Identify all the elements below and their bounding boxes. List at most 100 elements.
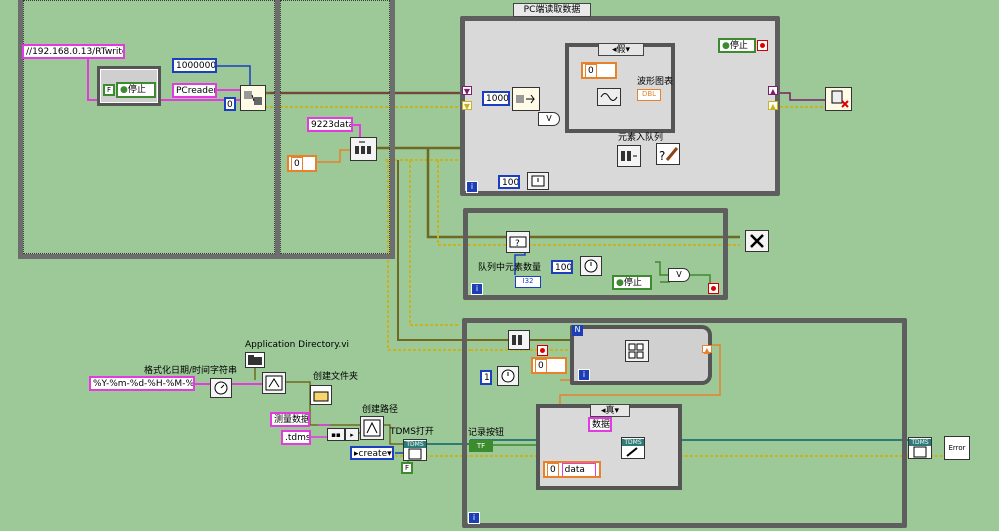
bottom-zero-cluster[interactable]: 0 (531, 357, 567, 374)
green-arrow-icon: ● (120, 85, 128, 95)
pcreader-constant[interactable]: PCreader (172, 83, 217, 98)
help-pencil-icon: ? (659, 147, 679, 163)
bottom-loop-iteration-terminal: i (468, 512, 480, 524)
measure-data-constant[interactable]: 测量数据 (270, 412, 310, 427)
stop-constant-left[interactable]: ●停止 (116, 82, 156, 98)
case-zero-cluster[interactable]: 0 (581, 62, 617, 79)
queue-status-icon: ? (509, 236, 527, 249)
pc-loop-stop-terminal[interactable] (757, 40, 768, 51)
shift-register-left-bottom: ▼ (462, 101, 472, 111)
f-constant-left[interactable]: F (103, 84, 115, 96)
stop-label: 停止 (623, 278, 642, 288)
bottom-error-terminal (537, 345, 548, 356)
wait-node-mid[interactable] (580, 256, 602, 276)
case-dropdown-icon: ▾ (625, 45, 631, 55)
new-folder-icon (313, 391, 329, 402)
format-datetime-node[interactable] (210, 378, 232, 398)
f-constant-tdms[interactable]: F (401, 462, 413, 474)
shift-register-right-top: ▲ (768, 86, 778, 96)
clock-icon (214, 381, 228, 395)
tdms-open-node[interactable]: TDMS (403, 439, 427, 461)
for-loop-iteration: i (578, 369, 590, 381)
create-folder-node[interactable] (310, 385, 332, 405)
for-loop-count: N (572, 325, 583, 336)
timer-icon (584, 259, 598, 273)
build-waveform-node[interactable] (597, 88, 621, 106)
case-selector-label: 真 (605, 406, 615, 416)
case-selector-label: 假 (616, 45, 626, 55)
release-queue-node[interactable] (745, 230, 769, 252)
wait-node-bottom[interactable] (497, 366, 519, 386)
queue-icon (354, 141, 371, 154)
create-path-label: 创建路径 (362, 405, 399, 415)
obtain-queue-node[interactable] (350, 137, 377, 161)
num-1000-constant[interactable]: 1000 (482, 91, 510, 106)
chart-label: 波形图表 (637, 77, 674, 87)
green-arrow-icon: ● (616, 278, 624, 288)
dequeue-node[interactable] (508, 330, 530, 350)
mid-loop-stop-control[interactable]: ●停止 (612, 275, 652, 290)
wait-1-constant[interactable]: 1 (480, 370, 492, 385)
pc-loop-title: PC端读取数据 (523, 5, 581, 15)
data-cluster-zero: 0 (547, 463, 559, 476)
tdms-open-label: TDMS打开 (390, 427, 434, 437)
get-queue-status-node[interactable]: ? (506, 231, 530, 253)
stop-label: 停止 (127, 85, 146, 95)
format-string-constant[interactable]: %Y-%m-%d-%H-%M-%S (89, 376, 195, 391)
svg-text:?: ? (659, 149, 665, 163)
build-path-node-1[interactable] (262, 372, 286, 394)
timer-icon (531, 175, 545, 187)
app-directory-label: Application Directory.vi (245, 340, 350, 350)
or-gate-mid: V (668, 268, 690, 282)
array-icon (628, 343, 644, 359)
tdms-write-node[interactable]: TDMS (621, 437, 645, 459)
queue-count-indicator[interactable]: I32 (515, 276, 541, 288)
tdms-ext-constant[interactable]: .tdms (281, 430, 311, 445)
wait-100-mid-constant[interactable]: 100 (551, 260, 573, 274)
record-button-terminal[interactable]: TF (469, 440, 493, 452)
create-enum-constant[interactable]: ▸create▾ (350, 446, 394, 460)
case-zero-value: 0 (585, 64, 597, 77)
stop-dot-icon (540, 348, 545, 353)
queue-name-constant[interactable]: 9223data (307, 117, 353, 132)
stop-label: 停止 (729, 41, 748, 51)
pc-loop-stop-control[interactable]: ●停止 (718, 38, 756, 53)
build-path-node-2[interactable] (360, 416, 384, 440)
tdms-close-header: TDMS (909, 438, 931, 446)
string-to-path-node[interactable]: ▸ (345, 428, 359, 441)
data-cluster-constant[interactable]: 0 data (543, 461, 601, 478)
bottom-zero-value: 0 (535, 359, 547, 372)
chart-indicator[interactable]: DBL (637, 89, 661, 101)
mid-loop-stop-terminal[interactable] (708, 283, 719, 294)
ip-string-constant[interactable]: //192.168.0.13/RTwriter (22, 44, 125, 59)
queue-zero-cluster-constant[interactable]: 0 (287, 155, 317, 172)
array-index-node[interactable] (625, 340, 649, 362)
enqueue-node[interactable] (617, 145, 641, 167)
stream-close-node[interactable] (825, 87, 852, 111)
tdms-open-header: TDMS (404, 440, 426, 448)
wait-node-pc[interactable] (527, 172, 549, 190)
data-field-value: data (561, 463, 596, 476)
error-label: Error (948, 444, 966, 452)
app-directory-node[interactable] (245, 352, 265, 368)
num-10000000-constant[interactable]: 10000000 (172, 58, 217, 73)
error-handler-node[interactable]: Error (944, 436, 970, 460)
green-arrow-icon: ● (722, 41, 730, 51)
stream-read-node[interactable] (512, 87, 540, 111)
data-group-constant[interactable]: 数据 (588, 417, 612, 432)
wait-100-constant[interactable]: 100 (498, 175, 520, 189)
network-stream-open-node[interactable] (240, 85, 266, 111)
case-selector-false[interactable]: ◂假▾ (598, 43, 644, 56)
create-enum-value: create (358, 449, 388, 459)
shift-register-right-bottom: ▲ (768, 101, 778, 111)
chart-indicator-type: DBL (641, 90, 657, 98)
case-selector-true[interactable]: ◂真▾ (590, 404, 630, 417)
case-dropdown-icon: ▾ (614, 406, 620, 416)
dequeue-icon (512, 335, 522, 345)
zero-int-constant-left[interactable]: 0 (224, 97, 236, 111)
create-folder-label: 创建文件夹 (313, 372, 359, 382)
concat-string-node[interactable]: ▪▪ (327, 428, 345, 441)
svg-text:?: ? (515, 239, 520, 249)
tdms-close-node[interactable]: TDMS (908, 437, 932, 459)
for-loop-tunnel-out: ▲ (702, 345, 712, 355)
